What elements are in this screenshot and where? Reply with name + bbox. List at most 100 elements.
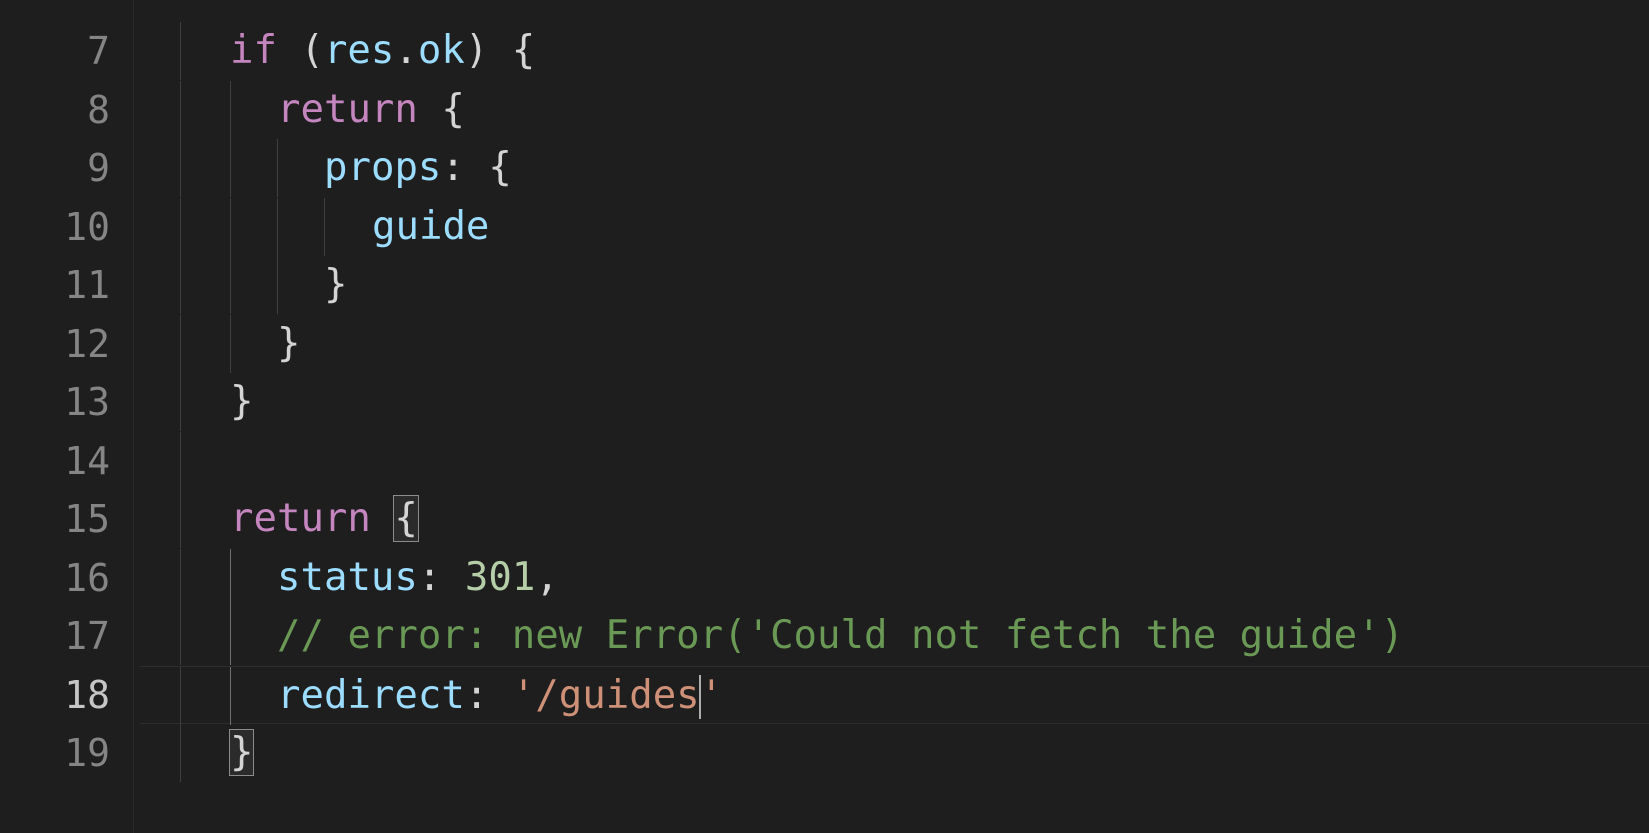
code-token: , xyxy=(535,554,559,600)
indent-guide xyxy=(277,256,278,314)
code-area[interactable]: } xyxy=(140,314,1649,373)
code-text[interactable]: return { xyxy=(230,490,419,548)
indent-guide xyxy=(180,431,181,490)
code-token: '/guides xyxy=(511,672,700,718)
code-line: 15 return { xyxy=(0,490,1649,548)
code-text[interactable]: guide xyxy=(372,198,489,256)
indent-guide xyxy=(180,256,181,314)
code-token: status xyxy=(277,554,418,600)
code-line: 9 props: { xyxy=(0,139,1649,197)
code-token: : xyxy=(417,554,465,600)
matched-bracket: } xyxy=(228,729,255,776)
code-area[interactable]: status: 301, xyxy=(140,548,1649,607)
code-text[interactable]: props: { xyxy=(324,139,512,197)
indent-guide xyxy=(180,22,181,80)
code-token: return xyxy=(277,86,418,132)
code-area[interactable]: return { xyxy=(140,80,1649,139)
code-token: res xyxy=(323,28,395,73)
indent-guide xyxy=(277,197,278,256)
code-token: props xyxy=(324,145,442,190)
code-token: redirect xyxy=(277,672,465,718)
code-line: 8 return { xyxy=(0,80,1649,139)
line-number: 15 xyxy=(64,497,110,541)
line-number: 10 xyxy=(64,204,110,249)
line-number: 13 xyxy=(64,380,110,424)
line-number: 12 xyxy=(64,321,110,366)
indent-guide xyxy=(180,314,181,373)
code-token: ) { xyxy=(464,28,536,73)
code-area[interactable]: guide xyxy=(140,197,1649,256)
code-editor[interactable]: 7 if (res.ok) { 8 return { 9 props: { 10 xyxy=(0,0,1649,833)
code-area[interactable]: props: { xyxy=(140,139,1649,197)
code-text[interactable]: } xyxy=(277,315,300,373)
code-token: ok xyxy=(417,28,465,73)
indent-guide-active xyxy=(230,548,231,607)
code-text[interactable]: if (res.ok) { xyxy=(230,22,535,80)
code-token: { xyxy=(417,86,465,132)
line-number: 7 xyxy=(87,29,110,73)
code-area[interactable]: redirect: '/guides' xyxy=(140,665,1649,725)
code-text[interactable]: } xyxy=(324,256,347,314)
code-area[interactable]: } xyxy=(140,373,1649,431)
indent-guide xyxy=(230,197,231,256)
line-number: 9 xyxy=(87,146,110,190)
line-number: 16 xyxy=(64,555,110,600)
code-line: 7 if (res.ok) { xyxy=(0,22,1649,80)
code-token: ' xyxy=(699,672,724,718)
code-token: ( xyxy=(276,28,324,73)
code-line: 10 guide xyxy=(0,197,1649,256)
indent-guide xyxy=(180,607,181,665)
code-text[interactable]: status: 301, xyxy=(277,549,559,607)
code-line: 19 } xyxy=(0,724,1649,782)
code-line-current: 18 redirect: '/guides' xyxy=(0,665,1649,725)
code-token: 301 xyxy=(464,554,536,600)
code-area[interactable]: } xyxy=(140,724,1649,782)
code-line: 11 } xyxy=(0,256,1649,314)
line-number: 19 xyxy=(64,731,110,775)
line-number: 11 xyxy=(64,263,110,307)
matched-bracket: { xyxy=(393,495,419,542)
code-text[interactable]: } xyxy=(230,373,253,431)
indent-guide xyxy=(324,197,325,256)
indent-guide xyxy=(180,80,181,139)
indent-guide xyxy=(230,80,231,139)
code-token: . xyxy=(394,28,418,73)
code-text[interactable]: return { xyxy=(277,81,465,139)
indent-guide-active xyxy=(230,607,231,665)
line-number: 18 xyxy=(64,672,110,717)
code-area[interactable]: } xyxy=(140,256,1649,314)
code-text[interactable]: // error: new Error('Could not fetch the… xyxy=(277,607,1404,665)
code-line: 17 // error: new Error('Could not fetch … xyxy=(0,607,1649,665)
indent-guide-active xyxy=(230,666,231,725)
indent-guide xyxy=(180,373,181,431)
indent-guide xyxy=(230,314,231,373)
code-text[interactable]: redirect: '/guides' xyxy=(277,667,723,725)
code-token: : { xyxy=(441,145,512,190)
code-token: if xyxy=(230,28,277,73)
code-token: : xyxy=(464,672,512,718)
indent-guide xyxy=(180,490,181,548)
code-line: 16 status: 301, xyxy=(0,548,1649,607)
code-line: 12 } xyxy=(0,314,1649,373)
code-area[interactable]: return { xyxy=(140,490,1649,548)
indent-guide xyxy=(180,548,181,607)
code-token: return xyxy=(230,496,371,541)
code-token: } xyxy=(230,379,254,424)
code-token: guide xyxy=(372,203,490,249)
code-token: // error: new Error('Could not fetch the… xyxy=(277,613,1405,658)
code-area[interactable]: if (res.ok) { xyxy=(140,22,1649,80)
code-token: } xyxy=(324,262,348,307)
indent-guide xyxy=(180,139,181,197)
line-number: 8 xyxy=(87,87,110,132)
line-number: 17 xyxy=(64,614,110,658)
code-token: } xyxy=(277,320,301,366)
code-text[interactable]: } xyxy=(228,724,255,782)
indent-guide xyxy=(230,139,231,197)
code-line: 14 xyxy=(0,431,1649,490)
code-area[interactable] xyxy=(140,431,1649,490)
indent-guide xyxy=(230,256,231,314)
code-area[interactable]: // error: new Error('Could not fetch the… xyxy=(140,607,1649,665)
indent-guide xyxy=(180,197,181,256)
indent-guide xyxy=(277,139,278,197)
